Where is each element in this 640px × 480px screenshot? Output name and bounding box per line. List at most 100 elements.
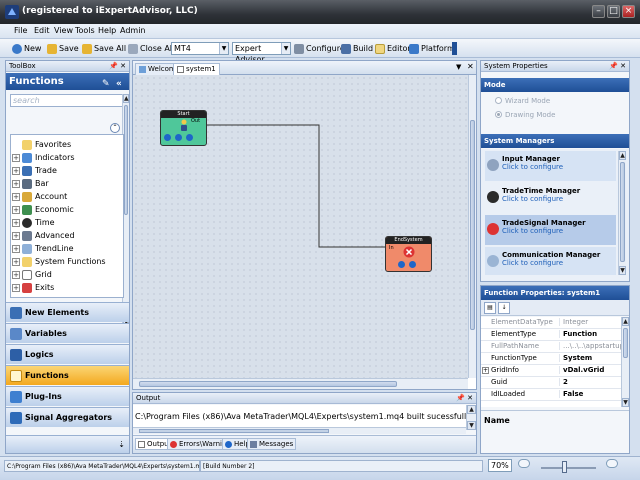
expand-icon[interactable]: + [482,367,489,374]
save-all-button[interactable]: Save All [82,42,126,55]
tree-item-grid[interactable]: + Grid [12,268,52,281]
communication-manager-item[interactable]: Communication Manager Click to configure [485,247,616,275]
property-row[interactable]: ElementType Function [481,329,621,341]
menu-file[interactable]: File [14,26,27,35]
category-variables[interactable]: Variables [6,323,129,343]
minimize-button[interactable]: – [592,5,605,18]
output-hscroll[interactable] [133,427,466,434]
property-row[interactable]: IdILoaded False [481,389,621,401]
pin-close-icon[interactable]: 📌 ✕ [609,61,626,72]
property-row[interactable]: Guid 2 [481,377,621,389]
scroll-thumb[interactable] [620,162,625,262]
tree-item-time[interactable]: + Time [12,216,55,229]
expand-icon[interactable]: + [12,205,20,214]
editor-button[interactable]: Editor [375,42,411,55]
scroll-thumb[interactable] [124,105,128,215]
start-out-port[interactable]: Out [191,118,200,124]
scroll-up-icon[interactable]: ▲ [467,405,476,414]
platform-select[interactable]: MT4 ▼ [171,42,229,55]
tradesignal-manager-item[interactable]: TradeSignal Manager Click to configure [485,215,616,245]
zoom-in-button[interactable] [606,459,618,468]
maximize-button[interactable]: □ [607,5,620,18]
menu-view[interactable]: View [54,26,73,35]
expand-icon[interactable]: + [12,153,20,162]
zoom-out-button[interactable] [518,459,530,468]
zoom-field[interactable]: 70% [488,459,512,472]
scroll-up-icon[interactable]: ▲ [622,317,629,326]
search-input[interactable]: search [10,94,123,107]
input-manager-item[interactable]: Input Manager Click to configure [485,151,616,181]
output-vscroll[interactable]: ▲ ▼ [466,405,476,430]
category-signal-aggregators[interactable]: Signal Aggregators [6,407,129,427]
tab-messages[interactable]: Messages [247,438,297,450]
scroll-down-icon[interactable]: ▼ [467,421,476,430]
toolbar-grip[interactable] [452,42,457,55]
end-system-node[interactable]: EndSystem In [385,236,432,272]
toolbox-more-chevron[interactable]: ⇣ [6,435,129,453]
settings-icon[interactable] [409,261,416,268]
tree-item-system-functions[interactable]: + System Functions [12,255,106,268]
tree-item-indicators[interactable]: + Indicators [12,151,75,164]
scroll-up-icon[interactable]: ▲ [123,94,129,103]
property-row[interactable]: ElementDataType Integer [481,317,621,329]
pin-close-icon[interactable]: 📌 ✕ [109,61,126,72]
pin-close-icon[interactable]: 📌 ✕ [456,393,473,404]
tree-item-account[interactable]: + Account [12,190,67,203]
collapse-icon[interactable]: « [116,76,122,93]
scroll-up-icon[interactable]: ▲ [619,151,626,160]
category-new-elements[interactable]: New Elements [6,302,129,322]
expand-icon[interactable]: + [12,270,20,279]
category-functions[interactable]: Functions [6,365,129,385]
expand-icon[interactable]: + [12,192,20,201]
managers-vscroll[interactable]: ▲ ▼ [618,151,626,275]
expand-icon[interactable]: + [12,231,20,240]
menu-help[interactable]: Help [98,26,116,35]
expand-icon[interactable]: + [12,218,20,227]
scroll-thumb[interactable] [470,120,475,330]
sort-az-icon[interactable]: ↓ [498,302,510,314]
info-icon[interactable] [175,134,182,141]
tree-item-bar[interactable]: + Bar [12,177,49,190]
scroll-down-icon[interactable]: ▼ [619,266,626,275]
tree-item-economic[interactable]: + Economic [12,203,74,216]
drawing-mode-radio[interactable]: Drawing Mode [495,109,555,120]
scroll-thumb[interactable] [623,328,628,358]
end-in-port[interactable]: In [389,245,394,251]
expand-icon[interactable]: + [12,166,20,175]
categorized-icon[interactable]: ▤ [484,302,496,314]
tab-list-chevron-icon[interactable]: ▼ [456,63,461,71]
tradetime-manager-item[interactable]: TradeTime Manager Click to configure [485,183,616,213]
tree-item-trendline[interactable]: + TrendLine [12,242,74,255]
zoom-track[interactable] [541,467,596,469]
zoom-slider-thumb[interactable] [562,461,567,473]
property-row[interactable]: + GridInfo vDal.vGrid [481,365,621,377]
new-button[interactable]: New [12,42,41,55]
tree-item-exits[interactable]: + Exits [12,281,54,294]
start-node[interactable]: Start Out [160,110,207,146]
gear-icon[interactable] [164,134,171,141]
category-logics[interactable]: Logics [6,344,129,364]
configure-button[interactable]: Configure [294,42,345,55]
close-window-button[interactable]: × [622,5,635,18]
canvas-hscroll[interactable] [133,378,468,389]
expand-icon[interactable]: + [12,283,20,292]
tree-item-advanced[interactable]: + Advanced [12,229,75,242]
menu-admin[interactable]: Admin [120,26,146,35]
menu-tools[interactable]: Tools [75,26,95,35]
expand-icon[interactable]: + [12,179,20,188]
save-button[interactable]: Save [47,42,79,55]
property-vscroll[interactable]: ▲ ▼ [621,317,629,407]
settings-icon[interactable] [186,134,193,141]
tree-item-favorites[interactable]: Favorites [12,138,71,151]
build-button[interactable]: Build [341,42,373,55]
collapse-up-icon[interactable]: ⌃ [110,123,120,133]
close-all-button[interactable]: Close All [128,42,174,55]
expand-icon[interactable]: + [12,257,20,266]
property-row[interactable]: FullPathName ...\..\..\appstartup\eleme [481,341,621,353]
info-icon[interactable] [398,261,405,268]
scroll-thumb[interactable] [139,429,329,433]
canvas-vscroll[interactable] [468,75,476,378]
tab-system1[interactable]: system1 [173,63,220,75]
type-select[interactable]: Expert Advisor ▼ [232,42,291,64]
platform-button[interactable]: Platform [409,42,455,55]
